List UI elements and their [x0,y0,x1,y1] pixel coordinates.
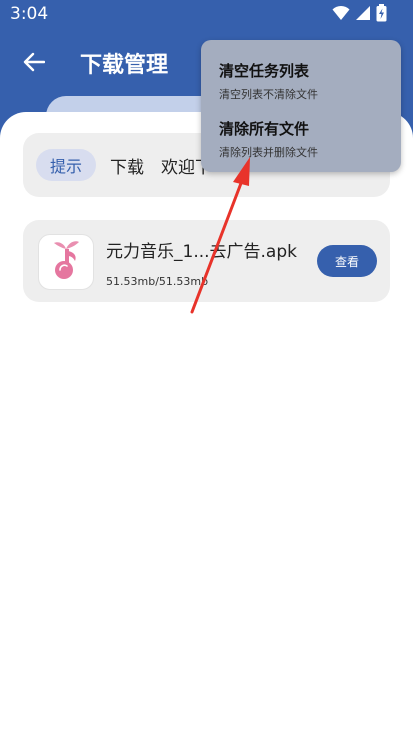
notice-text: 下载 欢迎下 [110,158,212,178]
menu-item-subtitle: 清除列表并删除文件 [219,146,318,159]
content-sheet [0,112,413,752]
status-time: 3:04 [10,4,49,24]
menu-item-clear-tasks[interactable]: 清空任务列表 清空列表不清除文件 [219,60,318,102]
app-icon [38,234,94,290]
overflow-menu: 清空任务列表 清空列表不清除文件 清除所有文件 清除列表并删除文件 [201,40,401,172]
arrow-left-icon [23,52,46,76]
wifi-icon [332,5,350,21]
status-icons [332,4,387,22]
back-button[interactable] [20,50,48,78]
music-note-icon [46,239,86,285]
menu-item-title: 清除所有文件 [219,120,310,138]
file-size: 51.53mb/51.53mb [106,275,209,288]
page-title: 下载管理 [80,53,169,78]
menu-item-clear-files[interactable]: 清除所有文件 清除列表并删除文件 [219,118,318,160]
menu-item-subtitle: 清空列表不清除文件 [219,88,318,101]
notice-badge: 提示 [36,149,96,181]
view-button[interactable]: 查看 [317,245,377,277]
battery-icon [376,4,387,22]
file-name: 元力音乐_1...去广告.apk [106,242,297,262]
download-item[interactable]: 元力音乐_1...去广告.apk 51.53mb/51.53mb 查看 [23,220,390,302]
signal-icon [355,5,371,21]
menu-item-title: 清空任务列表 [219,62,310,80]
